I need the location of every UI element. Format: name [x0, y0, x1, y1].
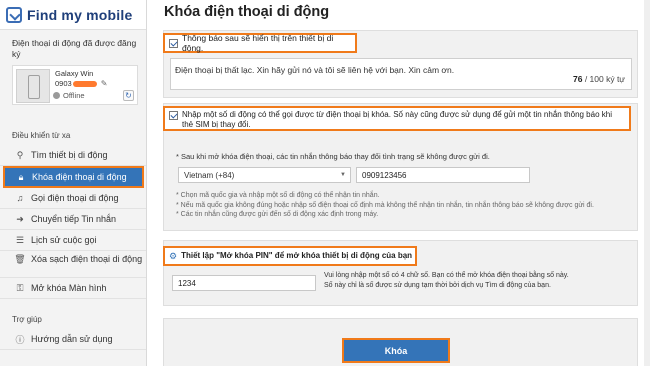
phone-note: * Các tin nhắn cũng được gửi đến số di đ…: [176, 211, 379, 218]
chevron-down-icon: ▼: [340, 172, 346, 178]
phone-notes: * Chọn mã quốc gia và nhập một số di độn…: [176, 191, 594, 220]
device-name: Galaxy Win: [55, 69, 94, 78]
settings-icon: ⚙: [169, 251, 178, 261]
logo-text: Find my mobile: [27, 6, 133, 23]
pin-label-row: ⚙ Thiết lập "Mở khóa PIN" để mở khóa thi…: [163, 246, 417, 266]
sidebar-item-label: Lịch sử cuộc gọi: [31, 235, 97, 245]
forward-arrow-icon: ➜: [16, 213, 24, 224]
list-icon: ☰: [15, 234, 25, 245]
phone-number-input[interactable]: 0909123456: [356, 167, 530, 183]
sidebar: Find my mobile Điện thoại di động đã đượ…: [0, 0, 147, 366]
country-code-select[interactable]: Vietnam (+84) ▼: [178, 167, 351, 183]
music-note-icon: ♫: [16, 193, 24, 203]
phone-note: * Chọn mã quốc gia và nhập một số di độn…: [176, 192, 380, 199]
country-code-value: Vietnam (+84): [184, 170, 235, 180]
sidebar-item-label: Chuyển tiếp Tin nhắn: [31, 214, 117, 224]
phone-input-row: Vietnam (+84) ▼ 0909123456: [178, 167, 530, 183]
device-card[interactable]: Galaxy Win 0903 ✎ Offline ↻: [12, 65, 138, 105]
refresh-icon[interactable]: ↻: [123, 90, 134, 101]
sidebar-item-find-mobile[interactable]: ⚲ Tìm thiết bị di động: [0, 145, 146, 166]
char-max: / 100 ký tự: [582, 74, 625, 84]
page-scrollbar[interactable]: [644, 0, 650, 366]
sidebar-item-user-guide[interactable]: ⓘ Hướng dẫn sử dụng: [0, 329, 146, 350]
device-number-row: 0903 ✎: [55, 79, 107, 88]
help-heading: Trợ giúp: [12, 315, 42, 324]
remote-nav: ⚲ Tìm thiết bị di động 🔒︎ Khóa điện thoạ…: [0, 145, 146, 299]
logo[interactable]: Find my mobile: [0, 0, 146, 30]
sidebar-item-lock-mobile[interactable]: 🔒︎ Khóa điện thoại di động: [3, 166, 144, 188]
sidebar-item-label: Tìm thiết bị di động: [31, 150, 108, 160]
help-circle-icon: ⓘ: [15, 334, 25, 345]
pin-help: Vui lòng nhập một số có 4 chữ số. Bạn có…: [324, 271, 624, 291]
lock-icon: 🔒︎: [18, 171, 24, 182]
pin-help-line: Số này chỉ là số được sử dụng tạm thời b…: [324, 282, 551, 289]
search-icon: ⚲: [16, 149, 24, 160]
notify-message-text: Điện thoại bị thất lạc. Xin hãy gửi nó v…: [175, 65, 455, 75]
remote-control-heading: Điều khiển từ xa: [12, 131, 71, 140]
sidebar-item-call-mobile[interactable]: ♫ Gọi điện thoại di động: [0, 188, 146, 209]
page-title: Khóa điện thoại di động: [164, 4, 330, 20]
pin-label: Thiết lập "Mở khóa PIN" để mở khóa thiết…: [181, 251, 413, 260]
notify-panel: Thông báo sau sẽ hiển thị trên thiết bị …: [163, 30, 638, 98]
sidebar-item-wipe-mobile[interactable]: 🗑︎ Xóa sạch điện thoại di động: [0, 251, 146, 278]
phone-image: [16, 69, 50, 103]
phone-checkbox-row[interactable]: Nhập một số di động có thể gọi được từ đ…: [163, 106, 631, 131]
trash-icon: 🗑︎: [14, 254, 26, 264]
lock-button[interactable]: Khóa: [342, 338, 450, 363]
notify-checkbox-row[interactable]: Thông báo sau sẽ hiển thị trên thiết bị …: [163, 33, 357, 53]
notify-checkbox[interactable]: [169, 38, 178, 48]
key-icon: ⚿: [16, 282, 24, 293]
pin-input[interactable]: 1234: [172, 275, 316, 291]
registered-device-section: Điện thoại di động đã được đăng ký Galax…: [0, 30, 146, 105]
phone-checkbox[interactable]: [169, 111, 178, 120]
find-my-mobile-logo-icon: [6, 6, 22, 23]
number-redaction-mask: [72, 80, 97, 87]
sidebar-item-call-history[interactable]: ☰ Lịch sử cuộc gọi: [0, 230, 146, 251]
sim-change-note: * Sau khi mở khóa điện thoại, các tin nh…: [176, 152, 490, 161]
phone-note: * Nếu mã quốc gia không đúng hoặc nhập s…: [176, 201, 594, 209]
sidebar-item-label: Mở khóa Màn hình: [31, 283, 107, 293]
device-status-label: Offline: [63, 91, 85, 100]
phone-checkbox-label: Nhập một số di động có thể gọi được từ đ…: [182, 110, 612, 129]
notify-message-textarea[interactable]: Điện thoại bị thất lạc. Xin hãy gửi nó v…: [170, 58, 632, 90]
offline-status-icon: [53, 92, 60, 99]
pencil-icon[interactable]: ✎: [101, 79, 108, 88]
sidebar-item-label: Xóa sạch điện thoại di động: [31, 254, 143, 264]
help-nav: ⓘ Hướng dẫn sử dụng: [0, 329, 146, 350]
notify-checkbox-label: Thông báo sau sẽ hiển thị trên thiết bị …: [182, 33, 334, 53]
sidebar-item-unlock-screen[interactable]: ⚿ Mở khóa Màn hình: [0, 278, 146, 299]
main-content: Khóa điện thoại di động Thông báo sau sẽ…: [158, 0, 638, 366]
sidebar-item-label: Khóa điện thoại di động: [32, 172, 127, 182]
pin-panel: ⚙ Thiết lập "Mở khóa PIN" để mở khóa thi…: [163, 240, 638, 306]
pin-help-line: Vui lòng nhập một số có 4 chữ số. Bạn có…: [324, 272, 569, 279]
phone-panel: Nhập một số di động có thể gọi được từ đ…: [163, 103, 638, 231]
char-counter: 76 / 100 ký tự: [573, 74, 625, 84]
sidebar-item-label: Hướng dẫn sử dụng: [31, 334, 113, 344]
sidebar-item-forward-messages[interactable]: ➜ Chuyển tiếp Tin nhắn: [0, 209, 146, 230]
device-status: Offline: [53, 91, 85, 100]
device-number-prefix: 0903: [55, 79, 72, 88]
sidebar-item-label: Gọi điện thoại di động: [31, 193, 119, 203]
registered-device-title: Điện thoại di động đã được đăng ký: [12, 38, 137, 59]
